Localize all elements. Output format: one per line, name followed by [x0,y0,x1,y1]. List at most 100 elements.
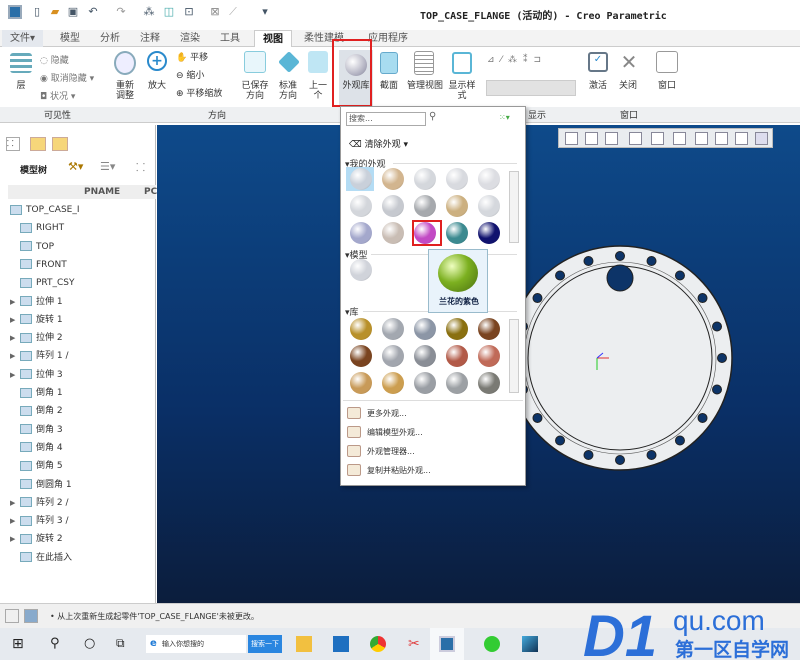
display-style-icon[interactable] [651,132,664,145]
unhide-button[interactable]: ◉ 取消隐藏 ▾ [40,71,94,84]
zoom-in-button[interactable]: 放大 [144,81,170,91]
appearance-swatch[interactable] [382,168,404,190]
appearance-swatch[interactable] [414,318,436,340]
status-button[interactable]: ◘ 状况 ▾ [40,89,75,102]
appearance-swatch[interactable] [446,318,468,340]
expand-arrow-icon[interactable]: ▶ [10,366,20,384]
appearance-swatch[interactable] [446,222,468,244]
appearance-swatch[interactable] [478,345,500,367]
tree-item[interactable]: PRT_CSY [10,274,75,292]
group-window[interactable]: 窗口 [620,108,638,121]
expand-arrow-icon[interactable]: ▶ [10,329,20,347]
tab-annotate[interactable]: 注释 [132,30,168,47]
zoom-out-icon[interactable] [605,132,618,145]
chrome-icon[interactable] [370,636,386,652]
standard-orientation-button[interactable]: 标准方向 [276,81,300,101]
close-button[interactable]: 关闭 [616,81,640,91]
expand-arrow-icon[interactable]: ▶ [10,530,20,548]
task-view-icon[interactable]: ⧉ [116,636,132,652]
mail-icon[interactable] [333,636,349,652]
pan-button[interactable]: ✋ 平移 [176,53,208,63]
tree-item[interactable]: 倒角 2 [10,402,63,420]
tree-item[interactable]: 倒角 5 [10,457,63,475]
refit-button[interactable]: 重新调整 [112,81,138,101]
library-header[interactable]: ▾库 [345,305,359,318]
tree-item[interactable]: FRONT [10,256,67,274]
tab-file[interactable]: 文件▾ [2,30,44,47]
view-manager-icon[interactable] [695,132,708,145]
expand-arrow-icon[interactable]: ▶ [10,293,20,311]
photos-icon[interactable] [522,636,538,652]
model-tree-tab-icon[interactable]: ⸬ [6,137,20,151]
appearance-swatch[interactable] [350,195,372,217]
view-options-icon[interactable]: ⁙▾ [499,113,510,122]
tree-item[interactable]: ▶ 阵列 3 / [10,512,68,530]
pan-zoom-button[interactable]: ⊕ 平移缩放 [176,89,222,99]
creo-taskbar-button[interactable] [430,628,464,660]
appearance-swatch[interactable] [350,345,372,367]
appearance-swatch[interactable] [350,259,372,281]
saved-orientation-button[interactable]: 已保存方向 [238,81,272,101]
favorites-tab-icon[interactable] [52,137,68,151]
appearance-swatch[interactable] [382,222,404,244]
settings-icon[interactable]: ⚒▾ [68,160,83,173]
display-style-button[interactable]: 显示样式 [448,81,476,101]
appearance-swatch[interactable] [382,318,404,340]
windows-button[interactable]: 窗口 [654,81,680,91]
search-icon[interactable]: ⚲ [50,636,66,652]
tree-item[interactable]: ▶ 旋转 2 [10,530,63,548]
hide-button[interactable]: ◌ 隐藏 [40,53,69,66]
appearance-swatch[interactable] [446,345,468,367]
tree-item[interactable]: ▶ 拉伸 2 [10,329,63,347]
snipping-tool-icon[interactable]: ✂ [408,636,424,652]
tree-item[interactable]: ▶ 拉伸 1 [10,293,63,311]
column-pname[interactable]: PNAME [84,187,120,197]
zoom-in-icon[interactable] [585,132,598,145]
appearance-swatch[interactable] [414,168,436,190]
menu-item[interactable]: 更多外观... [367,408,407,419]
expand-arrow-icon[interactable]: ▶ [10,494,20,512]
previous-orientation-button[interactable]: 上一个 [306,81,330,101]
appearance-swatch[interactable] [446,168,468,190]
tree-item[interactable]: 倒圆角 1 [10,476,72,494]
tree-item[interactable]: 倒角 3 [10,421,63,439]
manage-views-button[interactable]: 管理视图 [404,81,446,91]
saved-orientation-icon[interactable] [673,132,686,145]
repaint-icon[interactable] [629,132,642,145]
perspective-icon[interactable] [715,132,728,145]
tree-item[interactable]: ▶ 旋转 1 [10,311,63,329]
expand-arrow-icon[interactable]: ▶ [10,311,20,329]
appearance-swatch[interactable] [382,345,404,367]
refit-icon[interactable] [565,132,578,145]
folder-browser-tab-icon[interactable] [30,137,46,151]
library-scrollbar[interactable] [509,319,519,393]
file-explorer-icon[interactable] [296,636,312,652]
appearance-swatch[interactable] [478,222,500,244]
zoom-out-button[interactable]: ⊖ 缩小 [176,71,204,81]
appearance-swatch[interactable] [446,372,468,394]
column-pc[interactable]: PC [144,187,157,197]
tree-item[interactable]: RIGHT [10,219,64,237]
appearance-swatch[interactable] [478,195,500,217]
wechat-icon[interactable] [484,636,500,652]
tab-tools[interactable]: 工具 [212,30,248,47]
taskbar-search-input[interactable]: 输入你想搜的 [146,635,246,653]
datum-display-toggles[interactable]: ⊿⁄⁂⁑⊐ [487,55,547,65]
tab-analysis[interactable]: 分析 [92,30,128,47]
my-appearances-scrollbar[interactable] [509,171,519,243]
appearance-swatch[interactable] [382,195,404,217]
search-input[interactable]: 搜索... [346,112,426,126]
clear-appearance-button[interactable]: ⌫ 清除外观 ▾ [349,137,408,150]
tab-view[interactable]: 视图 [254,30,292,47]
annotation-display-icon[interactable] [755,132,768,145]
section-button[interactable]: 截面 [376,81,402,91]
tree-item[interactable]: ▶ 阵列 1 / [10,347,68,365]
appearance-swatch[interactable] [414,345,436,367]
search-icon[interactable]: ⚲ [429,111,436,122]
appearance-swatch[interactable] [478,318,500,340]
appearance-swatch[interactable] [478,168,500,190]
show-icon[interactable]: ☰▾ [100,160,115,173]
tab-model[interactable]: 模型 [52,30,88,47]
appearance-swatch[interactable] [350,222,372,244]
tree-item[interactable]: 在此插入 [10,549,72,567]
